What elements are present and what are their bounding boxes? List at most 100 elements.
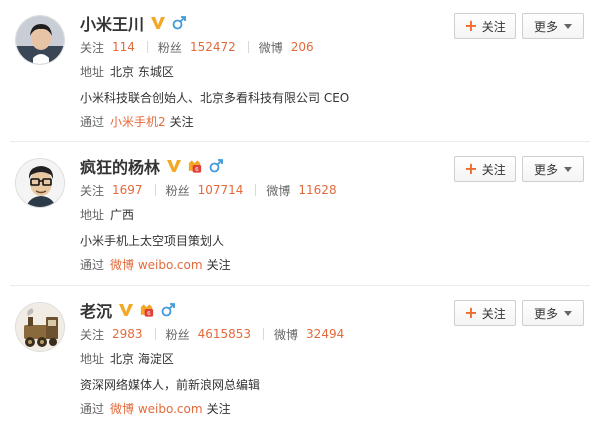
stat-posts[interactable]: 微博 11628 bbox=[266, 182, 336, 199]
vip-v-icon[interactable] bbox=[150, 15, 166, 31]
via-suffix: 关注 bbox=[169, 114, 194, 129]
stat-value: 32494 bbox=[306, 327, 345, 341]
level-icon[interactable]: 6 bbox=[187, 158, 204, 174]
stat-value: 152472 bbox=[189, 40, 236, 54]
more-dropdown-button[interactable]: 更多 bbox=[522, 300, 584, 326]
plus-icon: + bbox=[464, 303, 478, 322]
stat-posts[interactable]: 微博 32494 bbox=[274, 326, 344, 343]
user-card: 老沉 6 关注 2983 粉丝 4615853 微博 32494 地址 北京 海… bbox=[0, 287, 600, 427]
more-button-label: 更多 bbox=[533, 162, 558, 177]
stat-label: 微博 bbox=[266, 183, 291, 198]
user-info: 小米王川 关注 114 粉丝 152472 微博 206 地址 北京 东城区 小… bbox=[80, 10, 440, 132]
bio-text: 资深网络媒体人，前新浪网总编辑 bbox=[80, 377, 261, 392]
stat-following[interactable]: 关注 114 bbox=[80, 39, 135, 56]
stat-followers[interactable]: 粉丝 152472 bbox=[158, 39, 236, 56]
vip-v-icon[interactable] bbox=[118, 302, 134, 318]
location-label: 地址 bbox=[80, 207, 105, 222]
stat-followers[interactable]: 粉丝 107714 bbox=[166, 182, 244, 199]
stat-label: 关注 bbox=[80, 183, 105, 198]
user-list: 小米王川 关注 114 粉丝 152472 微博 206 地址 北京 东城区 小… bbox=[0, 0, 600, 430]
stat-label: 微博 bbox=[274, 327, 299, 342]
stats-row: 关注 114 粉丝 152472 微博 206 bbox=[80, 36, 440, 58]
location-row: 地址 北京 东城区 bbox=[80, 60, 440, 82]
user-name[interactable]: 疯狂的杨林 bbox=[80, 154, 160, 178]
avatar[interactable] bbox=[15, 15, 65, 65]
stat-divider bbox=[263, 328, 265, 340]
more-dropdown-button[interactable]: 更多 bbox=[522, 13, 584, 39]
via-source-link[interactable]: 小米手机2 bbox=[110, 113, 166, 130]
follow-button[interactable]: + 关注 bbox=[454, 156, 516, 182]
via-row: 通过 小米手机2 关注 bbox=[80, 110, 440, 132]
level-icon[interactable]: 6 bbox=[139, 302, 156, 318]
bio-text: 小米科技联合创始人、北京多看科技有限公司 CEO bbox=[80, 90, 350, 105]
divider bbox=[10, 141, 590, 142]
name-row: 疯狂的杨林 6 bbox=[80, 153, 440, 179]
stats-row: 关注 2983 粉丝 4615853 微博 32494 bbox=[80, 323, 440, 345]
stat-divider bbox=[154, 184, 156, 196]
location-row: 地址 北京 海淀区 bbox=[80, 347, 440, 369]
user-info: 老沉 6 关注 2983 粉丝 4615853 微博 32494 地址 北京 海… bbox=[80, 297, 440, 419]
stat-divider bbox=[255, 184, 257, 196]
more-dropdown-button[interactable]: 更多 bbox=[522, 156, 584, 182]
via-row: 通过 微博 weibo.com 关注 bbox=[80, 253, 440, 275]
follow-button[interactable]: + 关注 bbox=[454, 300, 516, 326]
via-row: 通过 微博 weibo.com 关注 bbox=[80, 397, 440, 419]
caret-down-icon bbox=[564, 166, 572, 172]
male-icon bbox=[208, 158, 224, 174]
stat-label: 微博 bbox=[258, 40, 283, 55]
svg-text:6: 6 bbox=[195, 167, 199, 173]
via-label: 通过 bbox=[80, 401, 105, 416]
via-source-link[interactable]: 微博 weibo.com bbox=[110, 400, 203, 417]
stat-value: 4615853 bbox=[197, 327, 252, 341]
plus-icon: + bbox=[464, 159, 478, 178]
via-label: 通过 bbox=[80, 257, 105, 272]
stat-label: 关注 bbox=[80, 327, 105, 342]
stat-value: 114 bbox=[112, 40, 135, 54]
male-icon bbox=[160, 302, 176, 318]
caret-down-icon bbox=[564, 310, 572, 316]
stat-followers[interactable]: 粉丝 4615853 bbox=[166, 326, 251, 343]
stat-value: 2983 bbox=[112, 327, 143, 341]
male-icon bbox=[171, 15, 187, 31]
location-value: 北京 东城区 bbox=[110, 64, 174, 79]
svg-text:6: 6 bbox=[147, 311, 151, 317]
user-name[interactable]: 小米王川 bbox=[80, 11, 144, 35]
bio-row: 小米科技联合创始人、北京多看科技有限公司 CEO bbox=[80, 86, 440, 108]
bio-row: 小米手机上太空项目策划人 bbox=[80, 229, 440, 251]
via-label: 通过 bbox=[80, 114, 105, 129]
follow-button-label: 关注 bbox=[481, 306, 506, 321]
stat-posts[interactable]: 微博 206 bbox=[259, 39, 314, 56]
avatar-photo bbox=[16, 16, 64, 64]
stat-label: 关注 bbox=[80, 40, 105, 55]
location-label: 地址 bbox=[80, 351, 105, 366]
more-button-label: 更多 bbox=[533, 19, 558, 34]
bio-text: 小米手机上太空项目策划人 bbox=[80, 233, 225, 248]
avatar-train bbox=[16, 303, 64, 351]
follow-button[interactable]: + 关注 bbox=[454, 13, 516, 39]
name-row: 老沉 6 bbox=[80, 297, 440, 323]
stats-row: 关注 1697 粉丝 107714 微博 11628 bbox=[80, 179, 440, 201]
user-name[interactable]: 老沉 bbox=[80, 298, 112, 322]
via-source-link[interactable]: 微博 weibo.com bbox=[110, 256, 203, 273]
caret-down-icon bbox=[564, 23, 572, 29]
vip-v-icon[interactable] bbox=[166, 158, 182, 174]
plus-icon: + bbox=[464, 16, 478, 35]
bio-row: 资深网络媒体人，前新浪网总编辑 bbox=[80, 373, 440, 395]
via-suffix: 关注 bbox=[206, 257, 231, 272]
follow-button-label: 关注 bbox=[481, 19, 506, 34]
avatar[interactable] bbox=[15, 302, 65, 352]
stat-label: 粉丝 bbox=[165, 183, 190, 198]
stat-value: 1697 bbox=[112, 183, 143, 197]
avatar[interactable] bbox=[15, 158, 65, 208]
user-info: 疯狂的杨林 6 关注 1697 粉丝 107714 微博 11628 地址 广西… bbox=[80, 153, 440, 275]
user-card: 小米王川 关注 114 粉丝 152472 微博 206 地址 北京 东城区 小… bbox=[0, 0, 600, 140]
via-suffix: 关注 bbox=[206, 401, 231, 416]
user-card: 疯狂的杨林 6 关注 1697 粉丝 107714 微博 11628 地址 广西… bbox=[0, 143, 600, 283]
follow-button-label: 关注 bbox=[481, 162, 506, 177]
stat-value: 11628 bbox=[298, 183, 337, 197]
stat-following[interactable]: 关注 1697 bbox=[80, 182, 143, 199]
stat-divider bbox=[146, 41, 148, 53]
stat-label: 粉丝 bbox=[165, 327, 190, 342]
stat-following[interactable]: 关注 2983 bbox=[80, 326, 143, 343]
divider bbox=[10, 285, 590, 286]
